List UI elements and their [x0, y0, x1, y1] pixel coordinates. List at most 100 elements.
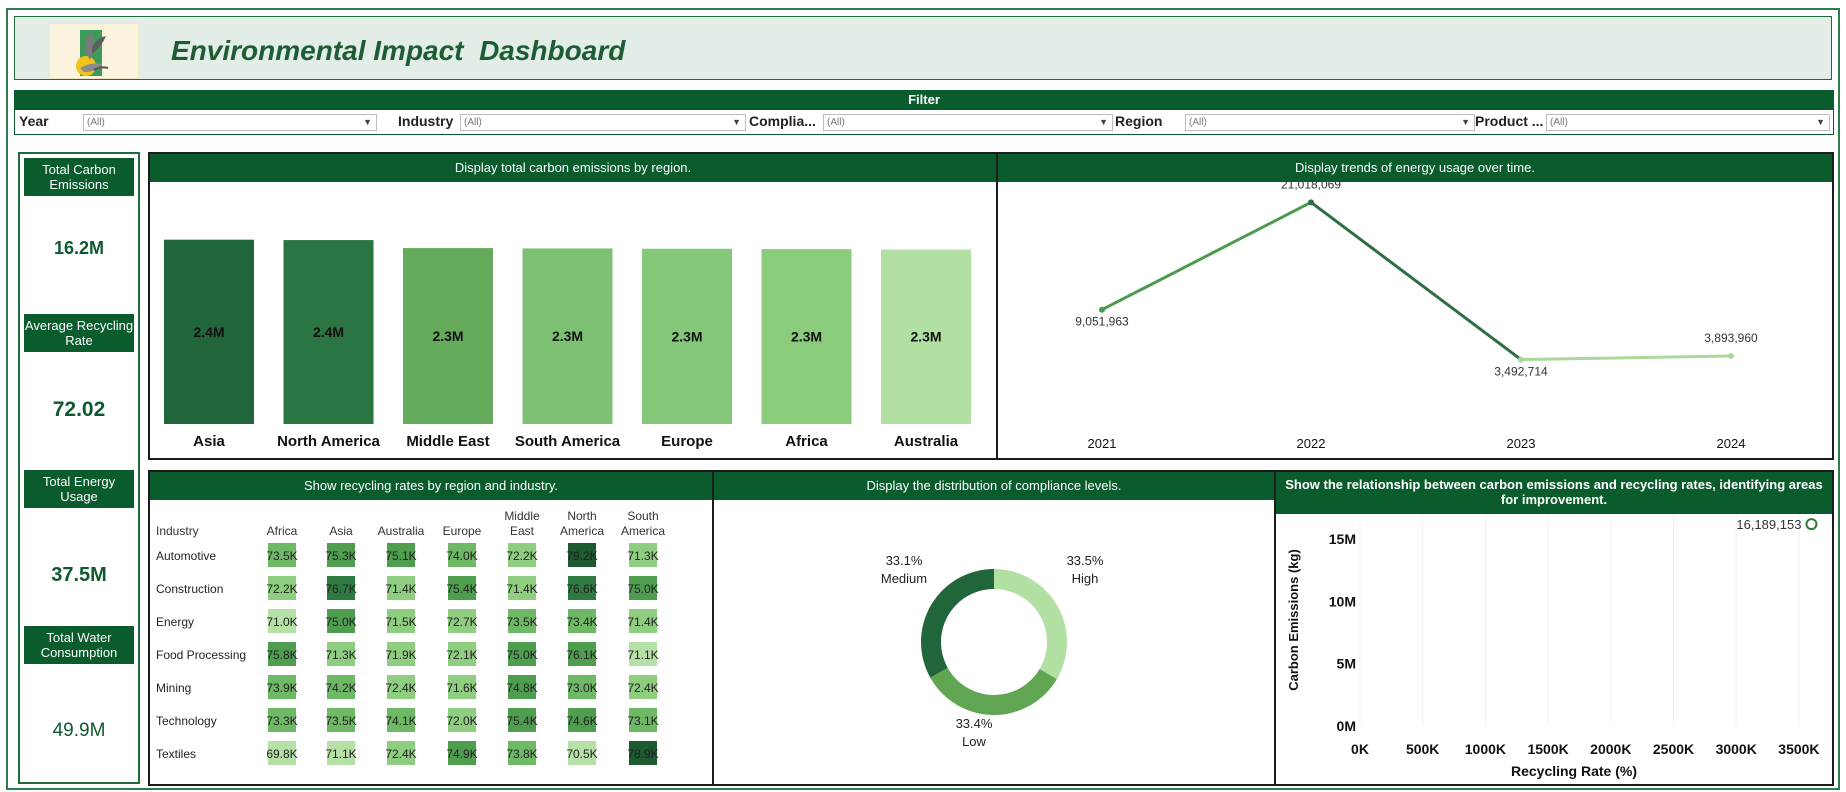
heatmap-cell-label: 71.4K	[385, 582, 416, 596]
line-segment	[1520, 354, 1732, 362]
heatmap-cell-label: 74.8K	[506, 681, 537, 695]
heatmap-cell-label: 73.8K	[506, 747, 537, 761]
plant-hands-logo	[49, 23, 139, 79]
emissions-by-region-panel: Display total carbon emissions by region…	[148, 152, 998, 460]
x-tick-label: Australia	[894, 433, 959, 450]
heatmap-cell-label: 73.5K	[325, 714, 356, 728]
heatmap-cell-label: 75.0K	[627, 582, 658, 596]
heatmap-cell-label: 75.0K	[325, 615, 356, 629]
row-label: Construction	[156, 582, 223, 596]
heatmap-cell-label: 71.3K	[325, 648, 356, 662]
x-tick-label: North America	[277, 433, 380, 450]
column-header-label: South	[627, 509, 658, 523]
slice-percent-label: 33.5%	[1067, 553, 1104, 568]
emissions-by-region-title: Display total carbon emissions by region…	[150, 154, 996, 182]
heatmap-cell-label: 72.7K	[446, 615, 477, 629]
filter-industry-value: (All)	[464, 117, 482, 128]
x-tick-label: 1500K	[1527, 741, 1568, 757]
x-tick-label: 2500K	[1653, 741, 1694, 757]
slice-name-label: High	[1072, 571, 1099, 586]
column-header-label: Australia	[378, 524, 425, 538]
y-tick-label: 10M	[1329, 593, 1356, 609]
column-header-label: Asia	[329, 524, 353, 538]
page-title: Environmental Impact Dashboard	[171, 35, 626, 66]
point-label: 16,189,153	[1736, 517, 1801, 532]
heatmap-cell-label: 72.4K	[385, 681, 416, 695]
row-label: Food Processing	[156, 648, 246, 662]
column-header-label: Europe	[443, 524, 482, 538]
emissions-by-region-chart: 2.4M Asia 2.4M North America 2.3M Middle East…	[164, 239, 971, 450]
x-tick-label: 3500K	[1778, 741, 1819, 757]
heatmap-cell-label: 76.1K	[566, 648, 597, 662]
emissions-vs-recycling-panel: Show the relationship between carbon emi…	[1274, 470, 1834, 786]
x-tick-label: South America	[515, 433, 621, 450]
heatmap-cell-label: 72.4K	[627, 681, 658, 695]
filter-label-region: Region	[1115, 113, 1163, 129]
bar-data-label: 2.3M	[552, 328, 583, 344]
recycling-heatmap-title: Show recycling rates by region and indus…	[150, 472, 712, 500]
chevron-down-icon: ▼	[732, 117, 741, 127]
x-tick-label: 2000K	[1590, 741, 1631, 757]
heatmap-cell-label: 74.0K	[446, 549, 477, 563]
kpi-label-carbon: Total Carbon Emissions	[24, 158, 134, 196]
column-header-label: East	[510, 524, 535, 538]
line-point	[1308, 199, 1314, 206]
bar-data-label: 2.3M	[791, 329, 822, 345]
line-segment	[1310, 201, 1522, 361]
x-tick-label: 2022	[1297, 436, 1326, 451]
kpi-value-carbon: 16.2M	[53, 238, 105, 258]
heatmap-cell-label: 75.4K	[446, 582, 477, 596]
heatmap-cell-label: 72.2K	[506, 549, 537, 563]
y-tick-label: 15M	[1329, 531, 1356, 547]
heatmap-cell-label: 71.3K	[627, 549, 658, 563]
heatmap-cell-label: 76.7K	[325, 582, 356, 596]
heatmap-cell-label: 75.8K	[266, 648, 297, 662]
filter-label-product: Product ...	[1475, 113, 1544, 129]
x-tick-label: 2024	[1717, 436, 1746, 451]
heatmap-cell-label: 73.1K	[627, 714, 658, 728]
filter-product-select[interactable]: (All) ▼	[1546, 114, 1830, 131]
kpi-value-energy: 37.5M	[51, 564, 107, 586]
heatmap-cell-label: 73.5K	[506, 615, 537, 629]
heatmap-cell-label: 71.6K	[446, 681, 477, 695]
row-header-label: Industry	[156, 524, 199, 538]
scatter-point	[1805, 518, 1818, 531]
filter-region-select[interactable]: (All) ▼	[1185, 114, 1475, 131]
filter-industry-select[interactable]: (All) ▼	[460, 114, 746, 131]
row-label: Energy	[156, 615, 194, 629]
bar-data-label: 2.3M	[910, 329, 941, 345]
heatmap-cell-label: 74.2K	[325, 681, 356, 695]
heatmap-cell-label: 71.0K	[266, 615, 297, 629]
filter-label-year: Year	[19, 113, 49, 129]
heatmap-cell-label: 72.0K	[446, 714, 477, 728]
kpi-value-recycling: 72.02	[52, 398, 106, 421]
bar-data-label: 2.4M	[193, 324, 224, 340]
data-label: 3,492,714	[1494, 365, 1548, 379]
x-tick-label: 2021	[1088, 436, 1117, 451]
donut-slice	[921, 569, 994, 678]
x-tick-label: 500K	[1406, 741, 1439, 757]
energy-trend-chart: 9,051,963 2021 21,018,069 2022 3,492,714 2023…	[1075, 182, 1758, 451]
filter-label-compliance: Complia...	[749, 113, 816, 129]
filter-compliance-select[interactable]: (All) ▼	[823, 114, 1113, 131]
column-header-label: Africa	[267, 524, 298, 538]
chevron-down-icon: ▼	[1816, 117, 1825, 127]
heatmap-cell-label: 72.2K	[266, 582, 297, 596]
heatmap-cell-label: 75.4K	[506, 714, 537, 728]
filter-region-value: (All)	[1189, 117, 1207, 128]
column-header-label: America	[621, 524, 665, 538]
heatmap-cell-label: 71.1K	[325, 747, 356, 761]
x-tick-label: Asia	[193, 433, 225, 450]
donut-slice	[994, 569, 1067, 680]
x-tick-label: Middle East	[406, 433, 489, 450]
slice-name-label: Low	[962, 734, 986, 749]
heatmap-cell-label: 74.9K	[446, 747, 477, 761]
emissions-vs-recycling-title: Show the relationship between carbon emi…	[1276, 472, 1832, 514]
line-point	[1099, 306, 1105, 313]
heatmap-cell-label: 75.3K	[325, 549, 356, 563]
heatmap-cell-label: 76.6K	[566, 582, 597, 596]
filter-label-industry: Industry	[398, 113, 454, 129]
bar-data-label: 2.3M	[432, 328, 463, 344]
heatmap-cell-label: 73.4K	[566, 615, 597, 629]
filter-year-select[interactable]: (All) ▼	[83, 114, 377, 131]
